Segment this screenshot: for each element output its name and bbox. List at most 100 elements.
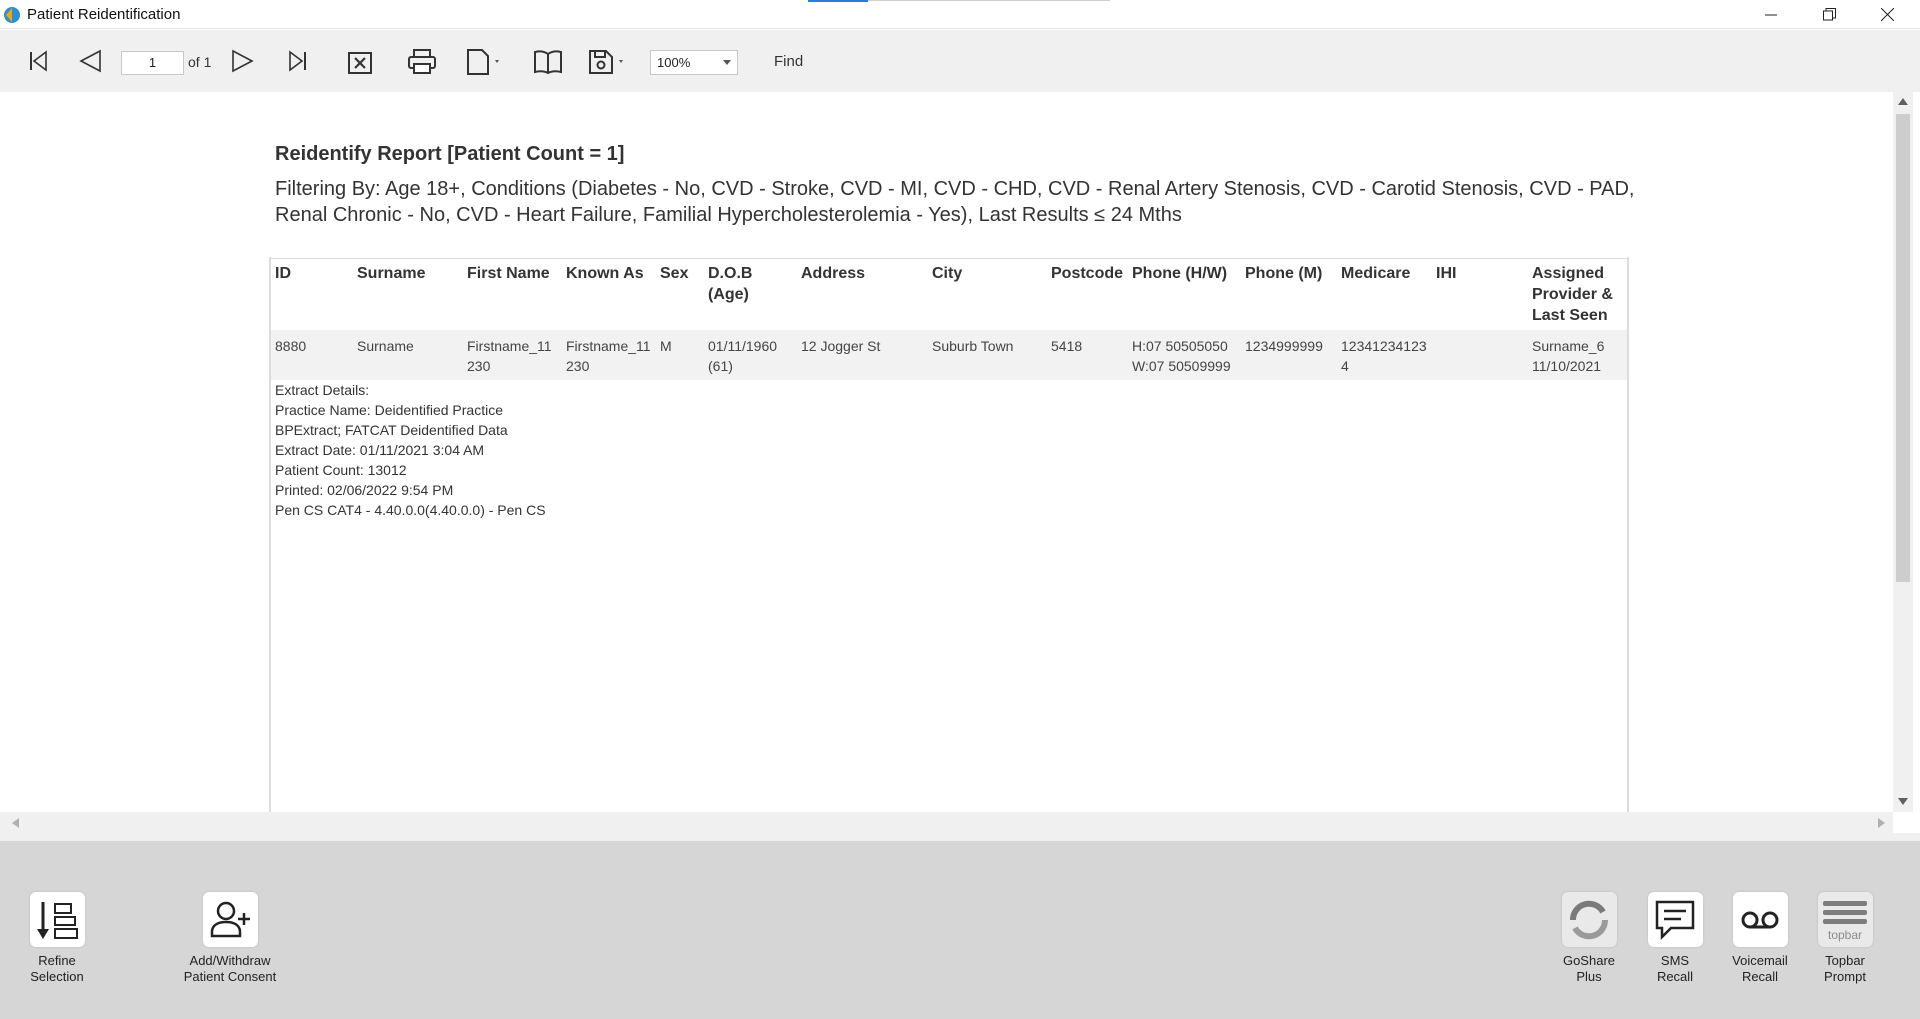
scroll-up-icon[interactable]	[1898, 98, 1908, 106]
book-icon	[534, 50, 562, 74]
column-header: Assigned Provider & Last Seen	[1528, 258, 1627, 330]
last-page-icon	[289, 50, 306, 72]
patient-consent-button[interactable]: Add/Withdraw Patient Consent	[175, 892, 285, 985]
next-page-icon	[232, 49, 254, 73]
minimize-button[interactable]	[1742, 0, 1800, 29]
minimize-icon	[1765, 14, 1777, 15]
patient-consent-icon-box	[202, 892, 258, 947]
zoom-value: 100%	[657, 55, 691, 70]
stop-rendering-button[interactable]	[347, 49, 373, 77]
extract-line: Practice Name: Deidentified Practice	[275, 402, 503, 418]
patient-consent-label: Add/Withdraw Patient Consent	[183, 953, 277, 984]
cell-phone-hw: H:07 50505050 W:07 50509999	[1128, 330, 1241, 380]
extract-line: Pen CS CAT4 - 4.40.0.0(4.40.0.0) - Pen C…	[275, 502, 546, 518]
refine-selection-icon-box	[29, 892, 85, 947]
report-title: Reidentify Report [Patient Count = 1]	[275, 143, 625, 165]
column-header: Address	[797, 258, 928, 330]
extract-line: Extract Date: 01/11/2021 3:04 AM	[275, 442, 485, 458]
table-row: 8880 Surname Firstname_11230 Firstname_1…	[271, 330, 1627, 380]
topbar-prompt-button[interactable]: topbar Topbar Prompt	[1790, 892, 1900, 985]
patient-table: ID Surname First Name Known As Sex D.O.B…	[271, 258, 1627, 380]
sms-recall-label: SMS Recall	[1656, 953, 1694, 984]
close-icon	[1880, 8, 1894, 21]
cell-address: 12 Jogger St	[797, 330, 928, 380]
chat-message-icon	[1655, 900, 1695, 940]
cell-provider: Surname_6 11/10/2021	[1528, 330, 1627, 380]
report-filter-description: Filtering By: Age 18+, Conditions (Diabe…	[275, 178, 1635, 226]
app-logo-icon	[4, 7, 20, 23]
first-page-icon	[30, 50, 47, 72]
scroll-left-icon[interactable]	[12, 818, 20, 828]
cell-city: Suburb Town	[928, 330, 1047, 380]
last-page-button[interactable]	[285, 47, 311, 75]
extract-line: Extract Details:	[275, 382, 370, 398]
voicemail-recall-label: Voicemail Recall	[1732, 953, 1788, 984]
scroll-down-icon[interactable]	[1898, 798, 1908, 806]
column-header: ID	[271, 258, 353, 330]
vertical-scroll-thumb[interactable]	[1896, 114, 1910, 582]
sort-filter-icon	[37, 901, 78, 939]
column-header: Surname	[353, 258, 463, 330]
column-header: IHI	[1432, 258, 1528, 330]
voicemail-icon	[1741, 911, 1779, 928]
title-accent-line	[808, 0, 868, 2]
cell-dob: 01/11/1960 (61)	[704, 330, 797, 380]
cell-surname: Surname	[353, 330, 463, 380]
provider-name: Surname_6	[1532, 338, 1605, 354]
column-header: Phone (M)	[1241, 258, 1337, 330]
page-setup-icon	[467, 49, 499, 75]
previous-page-button[interactable]	[76, 47, 104, 75]
chevron-down-icon	[723, 60, 731, 65]
cell-medicare: 123412341234	[1337, 330, 1432, 380]
vertical-scrollbar[interactable]	[1893, 92, 1913, 812]
column-header: Medicare	[1337, 258, 1432, 330]
topbar-prompt-label: Topbar Prompt	[1824, 953, 1866, 984]
goshare-label: GoShare Plus	[1562, 953, 1616, 984]
title-bar: Patient Reidentification	[0, 0, 1920, 29]
column-header: Postcode	[1047, 258, 1128, 330]
title-divider-line	[868, 0, 1110, 1]
previous-page-icon	[79, 49, 101, 73]
column-header: Sex	[656, 258, 704, 330]
column-header: City	[928, 258, 1047, 330]
refine-selection-label: Refine Selection	[30, 953, 84, 984]
export-button[interactable]	[587, 48, 631, 76]
page-number-input[interactable]: 1	[121, 51, 184, 75]
print-button[interactable]	[407, 48, 437, 76]
window-title: Patient Reidentification	[27, 6, 181, 23]
column-header: Known As	[562, 258, 656, 330]
column-header: Phone (H/W)	[1128, 258, 1241, 330]
goshare-icon-box	[1561, 892, 1617, 947]
cell-sex: M	[656, 330, 704, 380]
phone-work: W:07 50509999	[1132, 358, 1231, 374]
add-user-icon	[210, 901, 250, 937]
next-page-button[interactable]	[229, 47, 257, 75]
voicemail-icon-box	[1732, 892, 1788, 947]
extract-line: Patient Count: 13012	[275, 462, 407, 478]
close-button[interactable]	[1858, 0, 1916, 29]
cell-phone-mobile: 1234999999	[1241, 330, 1337, 380]
extract-line: BPExtract; FATCAT Deidentified Data	[275, 422, 508, 438]
goshare-icon	[1569, 900, 1609, 939]
topbar-icon-text: topbar	[1828, 928, 1862, 942]
scroll-right-icon[interactable]	[1878, 818, 1886, 828]
cell-postcode: 5418	[1047, 330, 1128, 380]
find-link[interactable]: Find	[774, 53, 803, 70]
restore-button[interactable]	[1800, 0, 1858, 29]
page-setup-button[interactable]	[465, 48, 505, 76]
cell-id: 8880	[271, 330, 353, 380]
page-count-label: of 1	[188, 54, 212, 70]
cell-ihi	[1432, 330, 1528, 380]
cell-first-name: Firstname_11230	[463, 330, 562, 380]
horizontal-scrollbar[interactable]	[0, 812, 1893, 833]
cell-known-as: Firstname_11230	[562, 330, 656, 380]
printer-icon	[408, 49, 436, 74]
zoom-select[interactable]: 100%	[650, 50, 738, 75]
print-layout-button[interactable]	[534, 48, 562, 76]
refine-selection-button[interactable]: Refine Selection	[2, 892, 112, 985]
first-page-button[interactable]	[25, 47, 51, 75]
topbar-icon: topbar	[1823, 900, 1867, 942]
save-icon	[589, 50, 623, 74]
extract-line: Printed: 02/06/2022 9:54 PM	[275, 482, 454, 498]
page-right-edge	[1627, 257, 1629, 812]
